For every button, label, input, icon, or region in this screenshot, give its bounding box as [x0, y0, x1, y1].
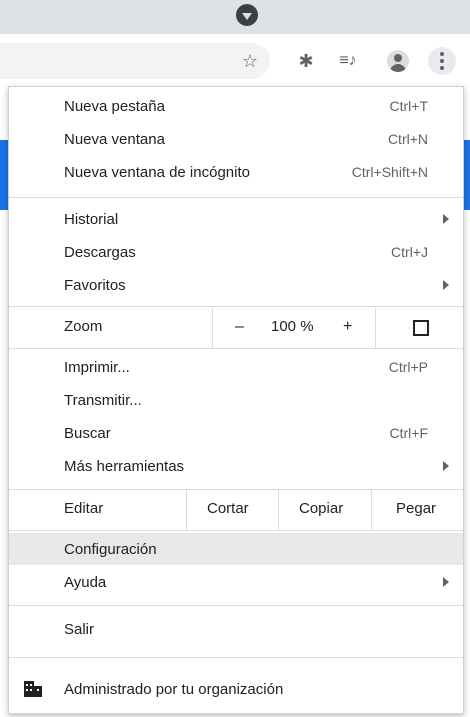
menu-item-shortcut: Ctrl+Shift+N	[351, 164, 428, 180]
zoom-level: 100 %	[271, 318, 314, 335]
menu-item-downloads[interactable]: Descargas Ctrl+J	[9, 236, 463, 268]
managed-label: Administrado por tu organización	[64, 681, 284, 698]
menu-item-label: Imprimir...	[64, 358, 130, 376]
divider	[371, 490, 372, 530]
menu-separator	[9, 657, 463, 658]
menu-item-label: Ayuda	[64, 573, 107, 591]
menu-item-label: Transmitir...	[64, 391, 142, 409]
zoom-in-button[interactable]: +	[343, 318, 352, 336]
menu-item-shortcut: Ctrl+T	[389, 98, 429, 114]
menu-item-history[interactable]: Historial	[9, 203, 463, 235]
divider	[375, 308, 376, 348]
menu-item-label: Historial	[64, 210, 119, 228]
managed-by-org[interactable]: Administrado por tu organización	[9, 671, 463, 709]
menu-item-label: Configuración	[64, 540, 157, 558]
zoom-out-button[interactable]: –	[235, 318, 244, 336]
menu-separator	[9, 306, 463, 307]
menu-item-shortcut: Ctrl+F	[389, 425, 429, 441]
tab-strip	[0, 0, 470, 34]
address-bar[interactable]	[0, 43, 270, 79]
cut-button[interactable]: Cortar	[207, 500, 249, 517]
more-menu-button[interactable]	[428, 47, 456, 75]
chrome-main-menu: Nueva pestaña Ctrl+T Nueva ventana Ctrl+…	[8, 86, 464, 714]
edit-row: Editar Cortar Copiar Pegar	[9, 490, 463, 530]
media-control-icon[interactable]: ≡♪	[334, 47, 362, 75]
person-icon	[387, 50, 409, 72]
menu-item-more-tools[interactable]: Más herramientas	[9, 450, 463, 482]
menu-item-shortcut: Ctrl+J	[391, 244, 428, 260]
menu-item-label: Nueva ventana	[64, 130, 165, 148]
kebab-icon	[440, 52, 444, 70]
menu-separator	[9, 530, 463, 531]
extensions-puzzle-icon[interactable]: ✱	[292, 47, 320, 75]
page-accent-left	[0, 140, 8, 210]
menu-item-incognito[interactable]: Nueva ventana de incógnito Ctrl+Shift+N	[9, 156, 463, 188]
menu-item-label: Salir	[64, 620, 95, 638]
tab-indicator-icon[interactable]	[236, 4, 258, 26]
menu-item-exit[interactable]: Salir	[9, 613, 463, 645]
building-icon	[24, 681, 42, 697]
menu-item-bookmarks[interactable]: Favoritos	[9, 269, 463, 301]
menu-item-print[interactable]: Imprimir... Ctrl+P	[9, 351, 463, 383]
browser-toolbar: ☆ ✱ ≡♪	[0, 34, 470, 86]
submenu-arrow-icon	[443, 461, 449, 471]
zoom-label: Zoom	[64, 318, 103, 335]
divider	[212, 308, 213, 348]
menu-item-find[interactable]: Buscar Ctrl+F	[9, 417, 463, 449]
profile-avatar[interactable]	[384, 47, 412, 75]
menu-separator	[9, 197, 463, 198]
zoom-row: Zoom – 100 % +	[9, 308, 463, 348]
menu-item-label: Nueva pestaña	[64, 97, 165, 115]
menu-item-label: Buscar	[64, 424, 111, 442]
bookmark-star-icon[interactable]: ☆	[236, 47, 264, 75]
submenu-arrow-icon	[443, 214, 449, 224]
menu-item-label: Nueva ventana de incógnito	[64, 163, 250, 181]
menu-item-shortcut: Ctrl+N	[387, 131, 428, 147]
menu-separator	[9, 605, 463, 606]
menu-item-cast[interactable]: Transmitir...	[9, 384, 463, 416]
menu-item-label: Más herramientas	[64, 457, 185, 475]
divider	[278, 490, 279, 530]
fullscreen-icon[interactable]	[413, 320, 429, 336]
submenu-arrow-icon	[443, 280, 449, 290]
menu-item-shortcut: Ctrl+P	[388, 359, 428, 375]
menu-item-settings[interactable]: Configuración	[9, 533, 463, 565]
menu-separator	[9, 348, 463, 349]
menu-item-label: Descargas	[64, 243, 136, 261]
edit-label: Editar	[64, 500, 104, 517]
paste-button[interactable]: Pegar	[396, 500, 436, 517]
menu-item-help[interactable]: Ayuda	[9, 566, 463, 598]
menu-item-new-window[interactable]: Nueva ventana Ctrl+N	[9, 123, 463, 155]
submenu-arrow-icon	[443, 577, 449, 587]
divider	[186, 490, 187, 530]
menu-item-new-tab[interactable]: Nueva pestaña Ctrl+T	[9, 90, 463, 122]
menu-item-label: Favoritos	[64, 276, 126, 294]
copy-button[interactable]: Copiar	[299, 500, 343, 517]
